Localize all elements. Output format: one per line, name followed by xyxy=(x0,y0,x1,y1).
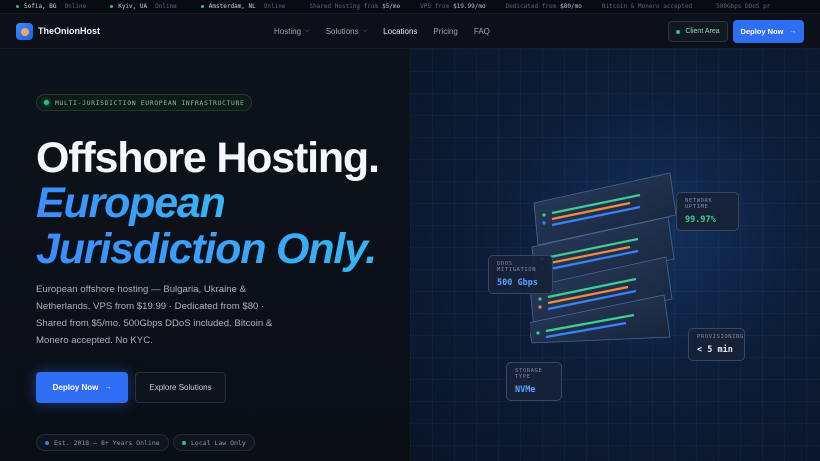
ticker-item-ddos: 500Gbps DDoS pr xyxy=(716,3,774,10)
stat-label: NETWORK UPTIME xyxy=(685,198,713,210)
deploy-now-button[interactable]: Deploy Now → xyxy=(36,372,128,403)
ticker-text: VPS from xyxy=(420,3,450,10)
status-ticker: Sofia, BG Online Kyiv, UA Online Amsterd… xyxy=(0,0,820,14)
ticker-price: $80/mo xyxy=(560,3,582,10)
uptime-stat-card: NETWORK UPTIME 99.97% xyxy=(676,192,739,231)
storage-stat-card: STORAGE TYPE NVMe xyxy=(506,362,562,401)
status-dot-icon xyxy=(676,29,681,34)
status-dot-icon xyxy=(45,440,49,445)
nav-item-pricing[interactable]: Pricing xyxy=(433,27,457,36)
stat-value: NVMe xyxy=(515,385,536,395)
pill-label: Local Law Only xyxy=(191,438,246,447)
hero-title-line-3: Jurisdiction Only. xyxy=(36,225,377,273)
status-dot-icon xyxy=(182,440,186,445)
status-dot-icon xyxy=(44,100,49,105)
ticker-status: Online xyxy=(155,3,177,10)
stat-value: 500 Gbps xyxy=(497,278,538,288)
top-navigation: TheOnionHost Hosting ⌵ Solutions ⌵ Locat… xyxy=(0,14,820,49)
ddos-stat-card: DDOS MITIGATION 500 Gbps xyxy=(488,255,553,294)
arrow-right-icon: → xyxy=(104,384,112,391)
ticker-item-shared: Shared Hosting from $5/mo xyxy=(309,3,400,10)
ticker-status: Online xyxy=(64,3,87,10)
ticker-item-sofia: Sofia, BG Online xyxy=(16,3,90,10)
ticker-city: Kyiv, UA xyxy=(118,3,148,10)
badge-label: MULTI-JURISDICTION EUROPEAN INFRASTRUCTU… xyxy=(55,98,245,107)
ticker-text: Shared Hosting from xyxy=(309,3,379,10)
arrow-right-icon: → xyxy=(789,28,797,35)
nav-item-solutions[interactable]: Solutions ⌵ xyxy=(326,27,367,36)
infrastructure-badge: MULTI-JURISDICTION EUROPEAN INFRASTRUCTU… xyxy=(36,94,252,111)
deploy-now-nav-button[interactable]: Deploy Now → xyxy=(733,20,804,43)
client-area-label: Client Area xyxy=(685,28,720,35)
established-pill: Est. 2018 — 8+ Years Online xyxy=(36,434,169,451)
ticker-text: Dedicated from xyxy=(505,3,557,10)
chevron-down-icon: ⌵ xyxy=(305,28,310,34)
ticker-item-dedicated: Dedicated from $80/mo xyxy=(506,3,582,10)
hero-illustration: NETWORK UPTIME 99.97% DDOS MITIGATION 50… xyxy=(410,49,820,461)
nav-label: Solutions xyxy=(325,27,359,36)
nav-item-hosting[interactable]: Hosting ⌵ xyxy=(274,27,310,36)
ticker-text: Bitcoin & Monero accepted xyxy=(601,3,693,10)
ticker-item-amsterdam: Amsterdam, NL Online xyxy=(200,3,290,10)
ticker-item-vps: VPS from $19.99/mo xyxy=(420,3,485,10)
local-law-pill: Local Law Only xyxy=(173,434,255,451)
ticker-price: $19.99/mo xyxy=(453,3,486,10)
ticker-item-kyiv: Kyiv, UA Online xyxy=(110,3,181,10)
nav-item-faq[interactable]: FAQ xyxy=(474,27,490,36)
nav-item-locations[interactable]: Locations xyxy=(383,27,417,36)
ticker-item-payment: Bitcoin & Monero accepted xyxy=(602,3,696,10)
deploy-label: Deploy Now xyxy=(740,27,784,36)
status-dot-icon xyxy=(110,5,114,8)
hero-content: MULTI-JURISDICTION EUROPEAN INFRASTRUCTU… xyxy=(0,49,410,461)
stat-label: PROVISIONING xyxy=(697,334,744,340)
ticker-text: 500Gbps DDoS pr xyxy=(716,3,771,10)
deploy-label: Deploy Now xyxy=(52,383,99,392)
ticker-city: Sofia, BG xyxy=(24,3,57,10)
ticker-status: Online xyxy=(263,3,286,10)
ticker-city: Amsterdam, NL xyxy=(208,3,256,10)
hero-title-line-2: European xyxy=(36,179,226,227)
hero-description: European offshore hosting — Bulgaria, Uk… xyxy=(36,284,273,346)
nav-links: Hosting ⌵ Solutions ⌵ Locations Pricing … xyxy=(274,14,506,49)
stat-label: STORAGE TYPE xyxy=(515,368,543,380)
explore-solutions-button[interactable]: Explore Solutions xyxy=(135,372,226,403)
hero-title-line-1: Offshore Hosting. xyxy=(36,134,380,182)
chevron-down-icon: ⌵ xyxy=(362,28,368,34)
onion-logo-icon[interactable] xyxy=(16,23,33,40)
nav-label: Hosting xyxy=(274,27,302,36)
provisioning-stat-card: PROVISIONING < 5 min xyxy=(688,328,745,361)
pill-label: Est. 2018 — 8+ Years Online xyxy=(54,438,160,447)
ticker-price: $5/mo xyxy=(382,3,401,10)
stat-value: < 5 min xyxy=(697,345,733,355)
status-dot-icon xyxy=(16,5,19,8)
stat-value: 99.97% xyxy=(685,215,716,225)
brand-name[interactable]: TheOnionHost xyxy=(38,26,100,36)
stat-label: DDOS MITIGATION xyxy=(497,261,537,273)
status-dot-icon xyxy=(200,5,204,8)
client-area-button[interactable]: Client Area xyxy=(668,21,728,42)
